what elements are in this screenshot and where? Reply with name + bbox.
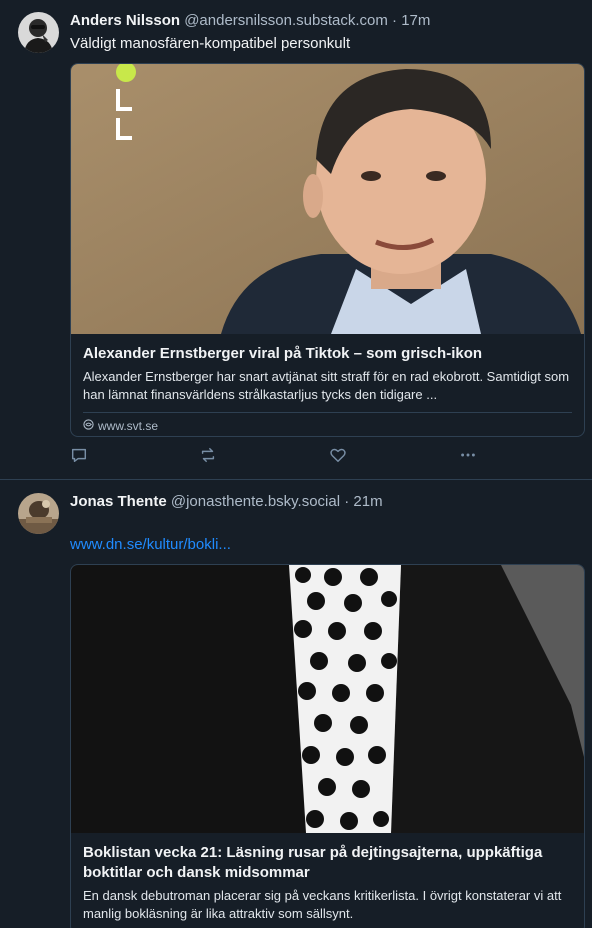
link-card[interactable]: Boklistan vecka 21: Läsning rusar på dej…	[70, 564, 585, 928]
post-link[interactable]: www.dn.se/kultur/bokli...	[70, 536, 578, 553]
post-header: Anders Nilsson @andersnilsson.substack.c…	[70, 12, 582, 29]
card-title[interactable]: Alexander Ernstberger viral på Tiktok – …	[71, 334, 584, 364]
post-text: Väldigt manosfären-kompatibel personkult	[70, 35, 351, 52]
author-handle[interactable]: @andersnilsson.substack.com	[184, 12, 388, 29]
card-image	[71, 64, 584, 334]
post-time[interactable]: 21m	[353, 493, 382, 510]
avatar[interactable]	[18, 12, 59, 53]
separator: ·	[392, 12, 398, 29]
author-handle[interactable]: @jonasthente.bsky.social	[171, 493, 340, 510]
post-header: Jonas Thente @jonasthente.bsky.social · …	[70, 493, 582, 510]
card-image	[71, 565, 584, 833]
feed: Anders Nilsson @andersnilsson.substack.c…	[0, 0, 592, 928]
link-card[interactable]: Alexander Ernstberger viral på Tiktok – …	[70, 63, 585, 437]
author-name[interactable]: Jonas Thente	[70, 493, 167, 510]
more-icon[interactable]	[459, 446, 479, 466]
like-icon[interactable]	[329, 446, 349, 466]
author-name[interactable]: Anders Nilsson	[70, 12, 180, 29]
post[interactable]: Jonas Thente @jonasthente.bsky.social · …	[0, 480, 592, 928]
repost-icon[interactable]	[199, 446, 219, 466]
post-time[interactable]: 17m	[401, 12, 430, 29]
post[interactable]: Anders Nilsson @andersnilsson.substack.c…	[0, 0, 592, 480]
card-description: Alexander Ernstberger har snart avtjänat…	[83, 369, 570, 402]
reply-icon[interactable]	[70, 446, 90, 466]
separator: ·	[344, 493, 350, 510]
globe-icon	[83, 419, 94, 433]
post-link-text[interactable]: www.dn.se/kultur/bokli...	[70, 536, 231, 553]
card-description: En dansk debutroman placerar sig på veck…	[83, 888, 562, 921]
post-actions	[70, 446, 530, 468]
avatar[interactable]	[18, 493, 59, 534]
card-title[interactable]: Boklistan vecka 21: Läsning rusar på dej…	[71, 833, 584, 883]
card-domain: www.svt.se	[98, 419, 159, 433]
card-domain-row: www.svt.se	[71, 413, 584, 433]
